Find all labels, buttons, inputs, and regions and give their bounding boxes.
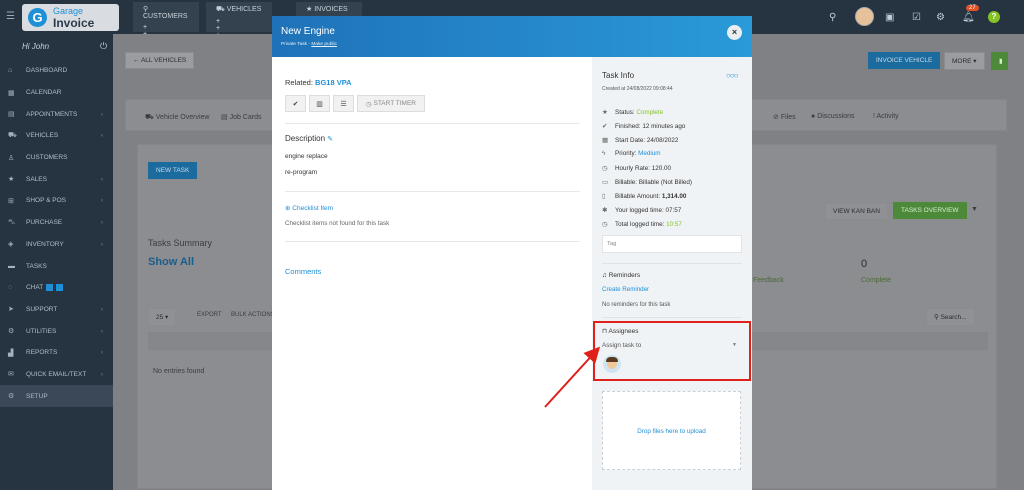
annotation-arrow [544,346,601,408]
